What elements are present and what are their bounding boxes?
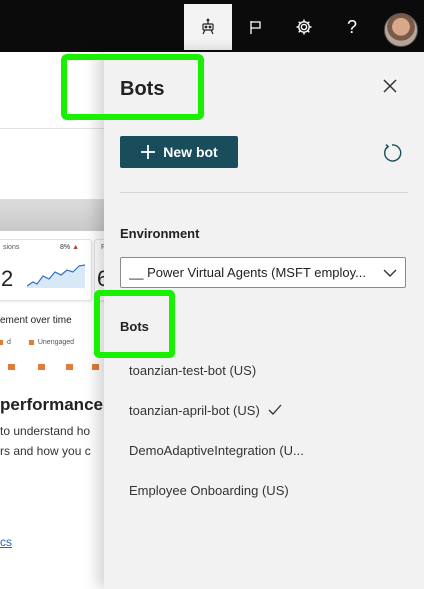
chevron-down-icon — [383, 269, 397, 277]
bar-mark — [66, 364, 73, 370]
refresh-icon[interactable] — [381, 142, 403, 164]
environment-value: __ Power Virtual Agents (MSFT employ... — [129, 265, 366, 280]
analytics-link[interactable]: cs — [0, 535, 12, 549]
legend-unengaged: Unengaged — [37, 339, 75, 346]
avatar[interactable] — [384, 13, 418, 47]
bot-name: toanzian-test-bot (US) — [129, 362, 257, 378]
bot-list-item-selected[interactable]: toanzian-april-bot (US) — [120, 395, 408, 425]
panel-divider — [120, 192, 408, 193]
performance-text-1: to understand ho — [0, 424, 91, 438]
legend-dot-engaged — [0, 339, 3, 345]
new-bot-label: New bot — [163, 144, 218, 160]
top-bar: ? — [0, 0, 424, 52]
plus-icon — [141, 145, 156, 159]
checkmark-icon — [268, 404, 282, 415]
help-glyph: ? — [346, 16, 357, 37]
bg-gray-band — [0, 199, 104, 231]
bots-panel: Bots New bot Environment __ Power Virtua… — [104, 52, 424, 589]
engagement-bars — [0, 364, 104, 370]
engagement-legend: d Unengaged — [0, 339, 74, 346]
trend-up-icon: ▲ — [72, 244, 79, 251]
bar-mark — [8, 364, 15, 370]
legend-engaged: d — [7, 339, 11, 346]
panel-title: Bots — [120, 78, 165, 100]
bot-list-item[interactable]: Employee Onboarding (US) — [120, 475, 408, 505]
environment-select[interactable]: __ Power Virtual Agents (MSFT employ... — [120, 257, 406, 288]
sparkline — [27, 264, 85, 288]
performance-text-2: rs and how you c — [0, 444, 91, 458]
bot-list-item[interactable]: toanzian-test-bot (US) — [120, 355, 408, 385]
engagement-heading: ement over time — [0, 315, 72, 326]
bot-icon[interactable] — [184, 4, 232, 50]
sessions-card: sions 8% ▲ 2 — [0, 239, 92, 301]
bots-section-label: Bots — [120, 319, 149, 334]
bot-list-item[interactable]: DemoAdaptiveIntegration (U... — [120, 435, 408, 465]
performance-heading: performance — [0, 395, 103, 414]
bar-mark — [92, 364, 99, 370]
environment-label: Environment — [120, 226, 200, 241]
sessions-label: sions — [3, 244, 20, 251]
bot-name: Employee Onboarding (US) — [129, 482, 289, 498]
help-icon[interactable]: ? — [328, 4, 376, 50]
card-2: R 6 — [94, 239, 104, 301]
bot-name: toanzian-april-bot (US) — [129, 402, 260, 418]
bar-mark — [38, 364, 45, 370]
legend-dot-unengaged — [28, 339, 34, 345]
sessions-value: 2 — [1, 266, 14, 291]
new-bot-button[interactable]: New bot — [120, 136, 238, 168]
flag-icon[interactable] — [232, 4, 280, 50]
bot-name: DemoAdaptiveIntegration (U... — [129, 442, 304, 458]
background-page: sions 8% ▲ 2 R 6 ement over time d Uneng… — [0, 52, 104, 589]
sessions-pct-value: 8% — [59, 244, 71, 251]
gear-icon[interactable] — [280, 4, 328, 50]
close-icon[interactable] — [380, 76, 400, 96]
card2-value: 6 — [97, 266, 104, 291]
bg-divider — [0, 128, 104, 129]
sessions-pct: 8% ▲ — [60, 244, 79, 251]
